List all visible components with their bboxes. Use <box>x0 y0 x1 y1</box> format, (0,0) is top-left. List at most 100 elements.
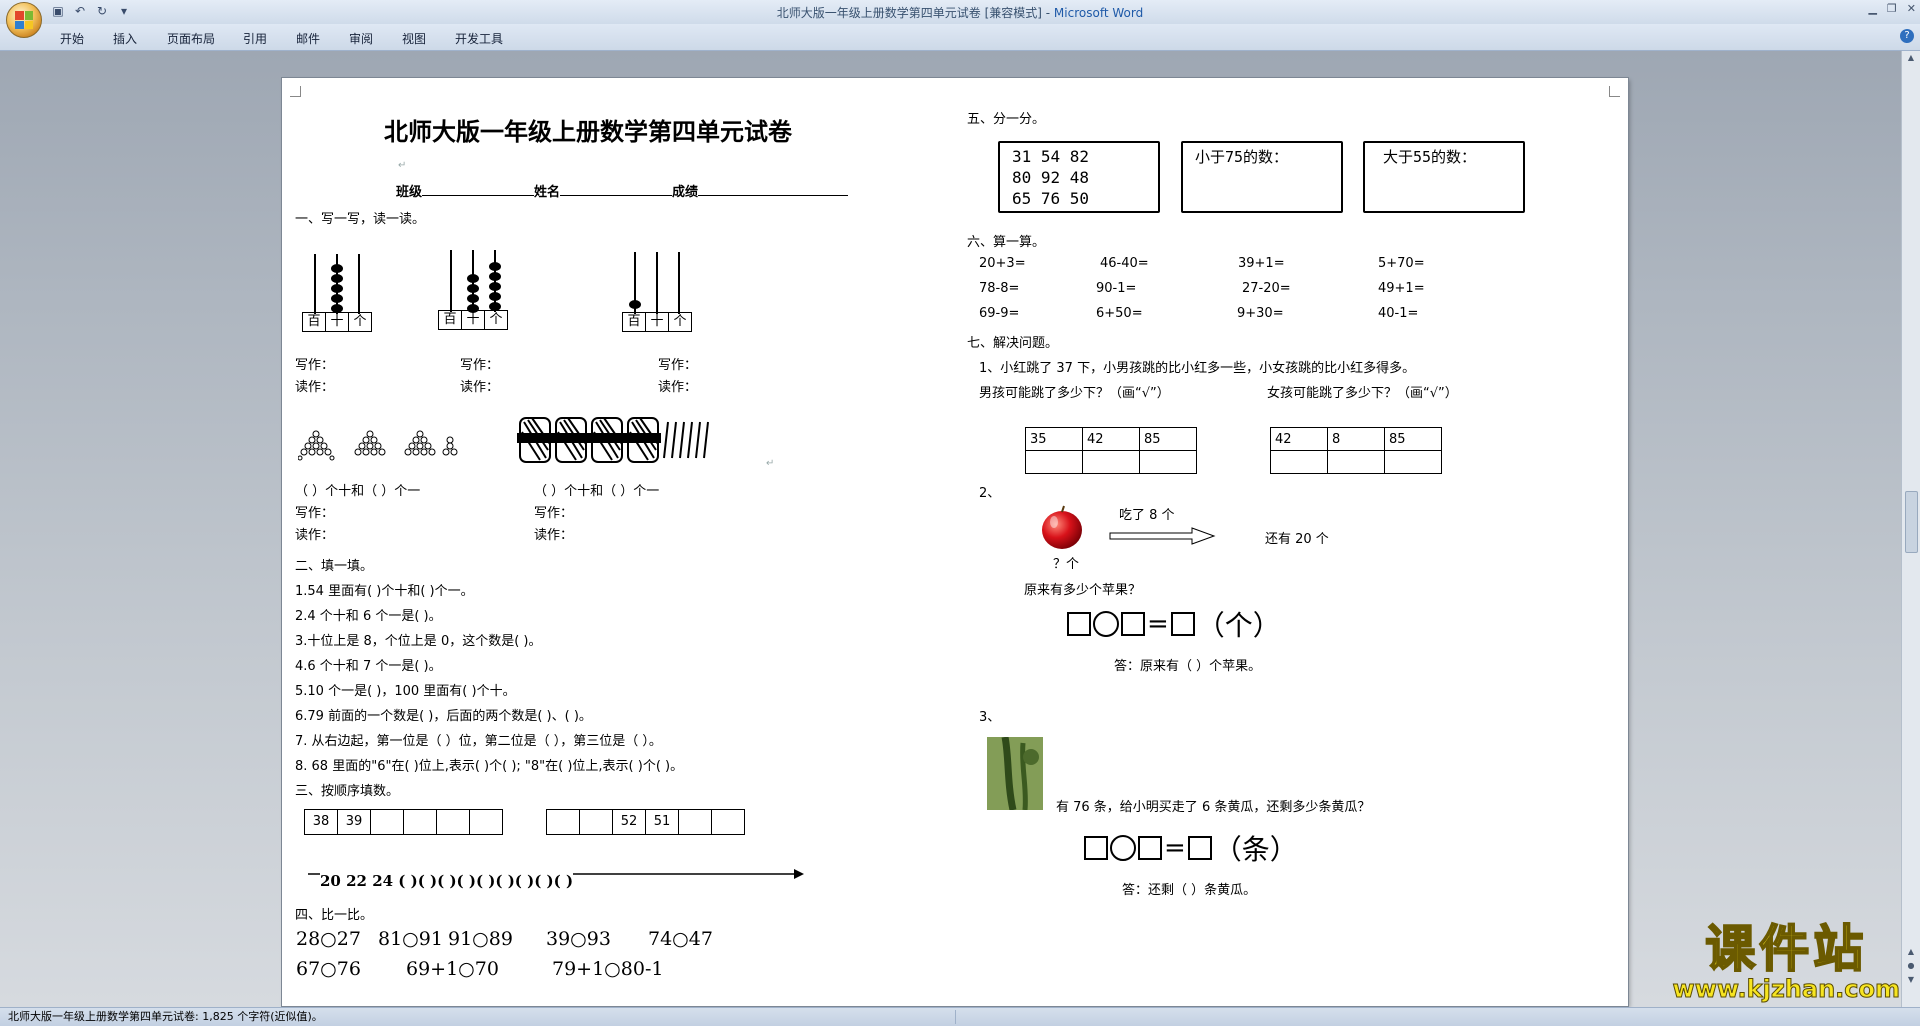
calc-3-4: 40-1= <box>1378 306 1419 321</box>
status-text: 北师大版一年级上册数学第四单元试卷: 1,825 个字符(近似值)。 <box>8 1010 323 1023</box>
fill-item-7: 7. 从右边起，第一位是（ ）位，第二位是（ ），第三位是（ ）。 <box>295 734 662 749</box>
vertical-scrollbar[interactable]: ▲ ▲ ● ▼ <box>1901 51 1920 1007</box>
calc-1-2: 46-40= <box>1100 256 1149 271</box>
cucumber-image <box>987 737 1043 810</box>
boy-options-table: 35 42 85 <box>1025 427 1197 474</box>
tab-page-layout[interactable]: 页面布局 <box>167 30 215 47</box>
prev-page-icon[interactable]: ▲ <box>1905 947 1917 957</box>
write-label-1: 写作： <box>295 358 335 373</box>
fill-item-4: 4.6 个十和 7 个一是( )。 <box>295 659 442 674</box>
compare-5: 74○47 <box>648 928 713 950</box>
problem-2-label: 2、 <box>979 486 1001 501</box>
abacus-1: 百十个 <box>302 250 374 332</box>
equation-2: = （个） <box>1067 604 1281 644</box>
abacus-3: 百十个 <box>622 250 694 332</box>
less-than-75-label: 小于75的数： <box>1195 148 1289 166</box>
doc-title: 北师大版一年级上册数学第四单元试卷 <box>384 117 792 146</box>
answer-square[interactable] <box>1121 612 1145 636</box>
girl-options-table: 42 8 85 <box>1270 427 1442 474</box>
window-title-app: Microsoft Word <box>1053 6 1144 20</box>
paragraph-mark: ↵ <box>766 458 775 469</box>
calc-2-2: 90-1= <box>1096 281 1137 296</box>
section-1-heading: 一、写一写，读一读。 <box>295 212 426 227</box>
answer-square[interactable] <box>1138 836 1162 860</box>
close-icon[interactable]: ✕ <box>1907 2 1916 15</box>
crop-mark <box>290 86 301 97</box>
compare-2: 81○91 <box>378 928 443 950</box>
numbers-row-2: 80 92 48 <box>1012 168 1090 187</box>
problem-2-left: 还有 20 个 <box>1265 532 1329 547</box>
calc-1-1: 20+3= <box>979 256 1026 271</box>
compare-1: 28○27 <box>296 928 361 950</box>
fill-item-8: 8. 68 里面的"6"在( )位上,表示( )个( ); "8"在( )位上,… <box>295 759 684 774</box>
problem-1-text: 1、小红跳了 37 下，小男孩跳的比小红多一些，小女孩跳的比小红多得多。 <box>979 361 1416 376</box>
scroll-up-icon[interactable]: ▲ <box>1905 53 1917 63</box>
tab-view[interactable]: 视图 <box>402 30 426 47</box>
tab-references[interactable]: 引用 <box>243 30 267 47</box>
calc-2-1: 78-8= <box>979 281 1020 296</box>
answer-square[interactable] <box>1187 836 1212 860</box>
section-4-heading: 四、比一比。 <box>295 908 374 923</box>
read-label-3: 读作： <box>658 380 698 395</box>
write-label-2: 写作： <box>460 358 500 373</box>
abacus-2: 百十个 <box>438 248 510 330</box>
compare-6: 67○76 <box>296 958 361 980</box>
compare-3: 91○89 <box>448 928 513 950</box>
section-6-heading: 六、算一算。 <box>967 235 1046 250</box>
fill-item-3: 3.十位上是 8，个位上是 0，这个数是( )。 <box>295 634 542 649</box>
minimize-icon[interactable]: ▁ <box>1868 2 1876 15</box>
arrow-icon <box>1109 527 1216 545</box>
office-button[interactable] <box>6 2 42 38</box>
read-label-2: 读作： <box>460 380 500 395</box>
tab-mailings[interactable]: 邮件 <box>296 30 320 47</box>
numbers-row-1: 31 54 82 <box>1012 147 1090 166</box>
problem-1-boy: 男孩可能跳了多少下？（画“√”） <box>979 386 1170 401</box>
greater-than-55-label: 大于55的数： <box>1383 148 1477 166</box>
sequence-boxes-1: 38 39 <box>304 809 503 835</box>
problem-3-label: 3、 <box>979 710 1001 725</box>
compare-7: 69+1○70 <box>406 958 499 980</box>
ribbon-tabs: 开始 插入 页面布局 引用 邮件 审阅 视图 开发工具 ? <box>0 24 1920 51</box>
tab-developer[interactable]: 开发工具 <box>455 30 503 47</box>
numbers-row-3: 65 76 50 <box>1012 189 1090 208</box>
name-label: 姓名 <box>534 185 561 200</box>
tens-ones-blank-2: （ ）个十和（ ）个一 <box>534 484 660 499</box>
crop-mark <box>1609 86 1620 97</box>
operator-circle[interactable] <box>1093 611 1119 637</box>
operator-circle[interactable] <box>1110 835 1136 861</box>
tens-ones-blank-1: （ ）个十和（ ）个一 <box>295 484 421 499</box>
section-7-heading: 七、解决问题。 <box>967 336 1059 351</box>
calc-2-4: 49+1= <box>1378 281 1425 296</box>
answer-square[interactable] <box>1084 836 1108 860</box>
document-page[interactable]: 北师大版一年级上册数学第四单元试卷 ↵ 班级 姓名 成绩 一、写一写，读一读。 百十… <box>282 78 1628 1006</box>
next-page-icon[interactable]: ▼ <box>1905 975 1917 985</box>
sequence-boxes-2: 52 51 <box>546 809 745 835</box>
less-than-75-box: 小于75的数： <box>1181 141 1343 213</box>
read-label-1: 读作： <box>295 380 335 395</box>
window-title: 北师大版一年级上册数学第四单元试卷 [兼容模式] - Microsoft Wor… <box>0 4 1920 21</box>
restore-icon[interactable]: ❐ <box>1887 2 1897 15</box>
window-title-doc: 北师大版一年级上册数学第四单元试卷 [兼容模式] - <box>776 6 1054 20</box>
problem-3-text: 有 76 条，给小明买走了 6 条黄瓜，还剩多少条黄瓜？ <box>1056 800 1371 815</box>
greater-than-55-box: 大于55的数： <box>1363 141 1525 213</box>
problem-2-ate: 吃了 8 个 <box>1119 508 1175 523</box>
title-bar: ▣ ↶ ↻ ▾ 北师大版一年级上册数学第四单元试卷 [兼容模式] - Micro… <box>0 0 1920 38</box>
help-icon[interactable]: ? <box>1900 29 1914 43</box>
fill-item-2: 2.4 个十和 6 个一是( )。 <box>295 609 442 624</box>
answer-square[interactable] <box>1170 612 1195 636</box>
tab-review[interactable]: 审阅 <box>349 30 373 47</box>
number-line-labels: 20 22 24 ( )( )( )( )( )( )( )( )( ) <box>320 872 574 890</box>
problem-2-answer: 答：原来有（ ）个苹果。 <box>1114 659 1262 674</box>
calc-3-1: 69-9= <box>979 306 1020 321</box>
select-browse-object-icon[interactable]: ● <box>1905 961 1917 971</box>
stick-bundles-image <box>517 417 709 463</box>
answer-square[interactable] <box>1067 612 1091 636</box>
compare-4: 39○93 <box>546 928 611 950</box>
calc-3-3: 9+30= <box>1237 306 1284 321</box>
scroll-thumb[interactable] <box>1905 491 1918 553</box>
read-label-5: 读作： <box>534 528 574 543</box>
tab-home[interactable]: 开始 <box>60 30 84 47</box>
tab-insert[interactable]: 插入 <box>113 30 137 47</box>
problem-3-answer: 答：还剩（ ）条黄瓜。 <box>1122 883 1257 898</box>
read-label-4: 读作： <box>295 528 335 543</box>
